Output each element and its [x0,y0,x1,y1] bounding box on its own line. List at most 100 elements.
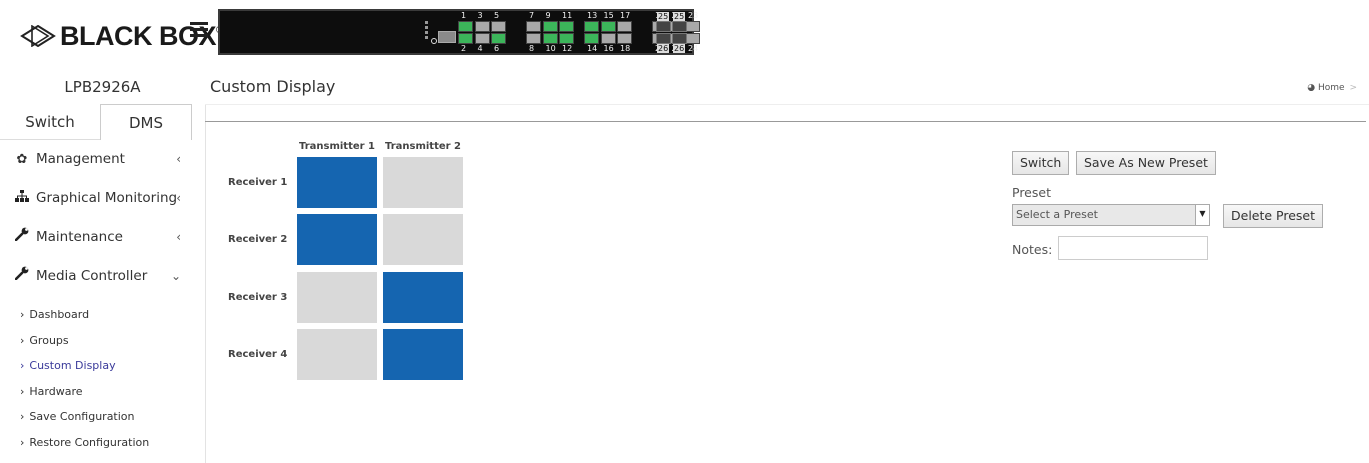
sfp-port [656,33,671,44]
ethernet-port [474,33,490,44]
ethernet-port [526,33,541,44]
matrix-cell-r4-t1[interactable] [297,329,377,380]
ethernet-port [559,33,574,44]
port-number-label: 12 [562,44,573,53]
submenu-item-restore-configuration[interactable]: › Restore Configuration [0,430,205,456]
ethernet-port [526,21,541,32]
port-number-label: 7 [529,11,535,20]
sfp-port [672,21,687,32]
page-title: Custom Display [210,77,336,96]
port-number-label: 14 [587,44,598,53]
breadcrumb-home-link[interactable]: Home [1318,83,1345,93]
chevron-left-icon: ‹ [176,152,181,166]
matrix-cell-r1-t1[interactable] [297,157,377,208]
delete-preset-button[interactable]: Delete Preset [1223,204,1324,228]
status-leds [425,21,428,41]
ethernet-port [584,33,599,44]
media-controller-submenu: › Dashboard › Groups › Custom Display › Hard… [0,302,205,455]
submenu-item-custom-display[interactable]: › Custom Display [0,353,205,379]
breadcrumb-separator: > [1349,83,1357,93]
matrix-row-header: Receiver 3 [228,292,288,303]
matrix-cell-r3-t1[interactable] [297,272,377,323]
divider [205,121,1366,122]
chevron-right-icon: › [20,384,25,398]
preset-select-value: Select a Preset [1016,208,1098,221]
port-number-label: 1 [461,11,467,20]
ethernet-port [491,33,506,44]
sfp-port-number: 26 [657,44,670,53]
wrench-icon [14,218,30,257]
switch-front-panel: 1234567891011121314151617181920212223242… [218,9,700,55]
matrix-row-header: Receiver 2 [228,234,288,245]
submenu-item-hardware[interactable]: › Hardware [0,379,205,405]
sidebar-item-label: Maintenance [36,229,123,245]
tab-dms[interactable]: DMS [100,104,192,140]
chevron-right-icon: › [20,359,25,372]
save-as-new-preset-button[interactable]: Save As New Preset [1076,151,1216,175]
submenu-item-dashboard[interactable]: › Dashboard [0,302,205,328]
matrix-row-header: Receiver 4 [228,349,288,360]
chevron-down-icon: ⌄ [170,269,181,283]
gear-icon: ✿ [16,152,28,167]
port-number-label: 15 [603,11,614,20]
chevron-left-icon: ‹ [176,230,181,244]
port-number-label: 10 [545,44,556,53]
sidebar-tabs: Switch DMS [0,104,205,140]
matrix-row-header: Receiver 1 [228,177,288,188]
reset-button-icon [431,38,437,44]
submenu-item-save-configuration[interactable]: › Save Configuration [0,404,205,430]
ethernet-port [542,21,558,32]
matrix-cell-r4-t2[interactable] [383,329,463,380]
chevron-left-icon: ‹ [176,191,181,205]
ethernet-port [491,21,506,32]
submenu-item-groups[interactable]: › Groups [0,328,205,354]
sfp-port [656,21,671,32]
sidebar-item-maintenance[interactable]: Maintenance ‹ [0,218,205,257]
switch-button[interactable]: Switch [1012,151,1070,175]
matrix-cell-r3-t2[interactable] [383,272,463,323]
sidebar-item-label: Media Controller [36,268,148,284]
preset-label: Preset [1012,185,1051,200]
ethernet-port [458,21,473,32]
breadcrumb: ◕ Home > [1307,83,1357,93]
sidebar-item-management[interactable]: ✿ Management ‹ [0,140,205,179]
matrix-cell-r2-t2[interactable] [383,214,463,265]
sidebar-item-label: Management [36,151,125,167]
ethernet-port [458,33,473,44]
notes-label: Notes: [1012,242,1053,257]
port-number-label: 24 [688,44,699,53]
tab-switch[interactable]: Switch [0,104,100,140]
chevron-right-icon: › [20,333,25,347]
ethernet-port [617,33,632,44]
sidebar: Switch DMS ✿ Management ‹ Graphical Monit… [0,104,206,463]
port-number-label: 5 [494,11,500,20]
hamburger-icon[interactable] [190,20,210,40]
sfp-port-number: 25 [673,12,686,21]
port-number-label: 9 [545,11,551,20]
chevron-right-icon: › [20,410,25,423]
matrix-column-header: Transmitter 1 [298,141,376,152]
wrench-icon [14,257,30,296]
notes-input[interactable] [1058,236,1208,260]
device-name: LPB2926A [64,78,141,96]
ethernet-port [584,21,599,32]
sidebar-item-media-controller[interactable]: Media Controller ⌄ [0,257,205,296]
port-number-label: 13 [587,11,598,20]
matrix-cell-r2-t1[interactable] [297,214,377,265]
sfp-port-number: 26 [673,44,686,53]
preset-select[interactable]: Select a Preset ▼ [1012,204,1210,226]
sfp-port-number: 25 [657,12,670,21]
ethernet-port [559,21,574,32]
sidebar-item-graphical-monitoring[interactable]: Graphical Monitoring ‹ [0,179,205,218]
sitemap-icon [14,179,30,218]
chevron-right-icon: › [20,308,25,321]
matrix-cell-r1-t2[interactable] [383,157,463,208]
port-number-label: 18 [620,44,631,53]
black-box-logo-icon [20,25,56,47]
matrix-column-header: Transmitter 2 [384,141,462,152]
port-number-label: 4 [477,44,483,53]
port-number-label: 6 [494,44,500,53]
ethernet-port [685,33,700,44]
port-number-label: 8 [529,44,535,53]
chevron-right-icon: › [20,435,25,449]
